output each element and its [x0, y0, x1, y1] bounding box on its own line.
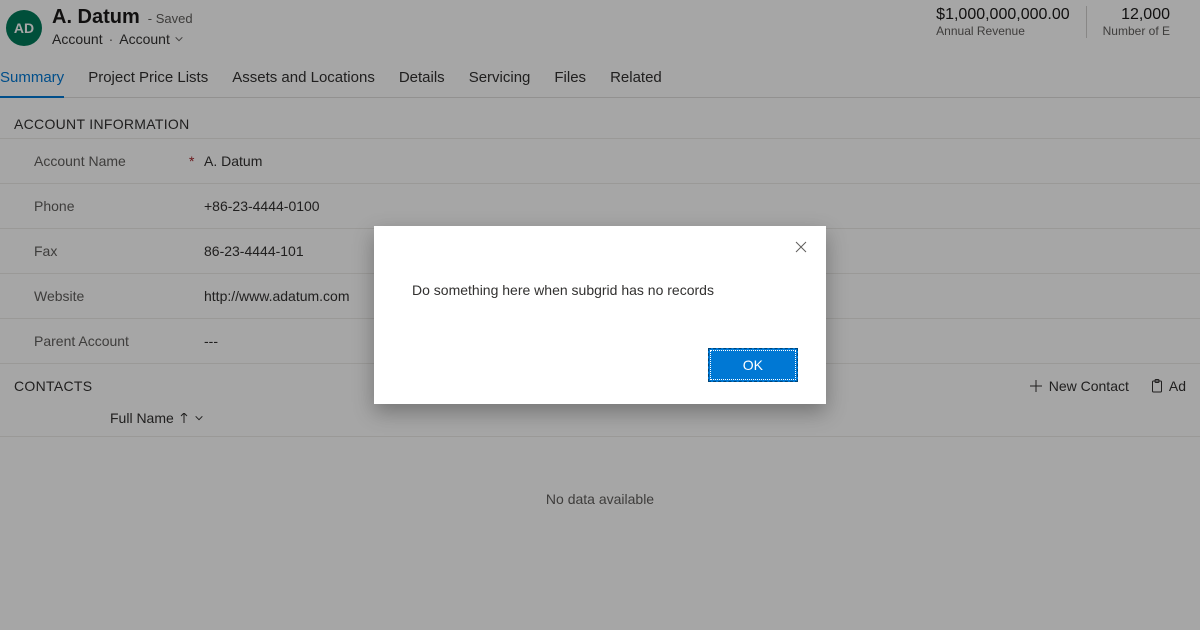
dialog-ok-button[interactable]: OK: [708, 348, 798, 382]
close-icon: [794, 240, 808, 254]
dialog-message: Do something here when subgrid has no re…: [412, 282, 798, 298]
modal-overlay: Do something here when subgrid has no re…: [0, 0, 1200, 630]
alert-dialog: Do something here when subgrid has no re…: [374, 226, 826, 404]
dialog-close-button[interactable]: [794, 240, 808, 254]
